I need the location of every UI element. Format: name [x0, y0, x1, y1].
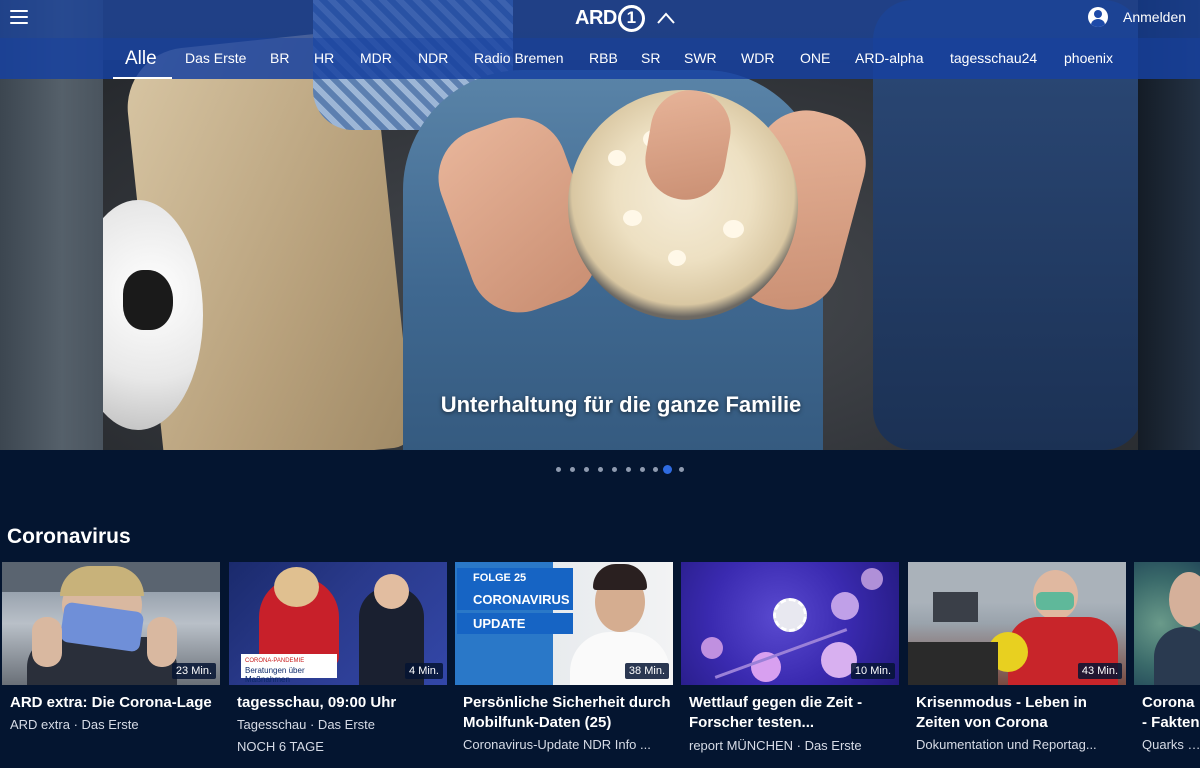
slide-dot[interactable] — [584, 467, 589, 472]
news-headline-2: Maßnahmen — [245, 675, 290, 684]
nav-item-br[interactable]: BR — [270, 38, 289, 79]
logo-text: ARD — [575, 6, 617, 29]
duration-badge: 43 Min. — [1077, 663, 1122, 679]
video-card[interactable]: FOLGE 25 CORONAVIRUS UPDATE 38 Min. Pers… — [455, 562, 673, 768]
video-card[interactable]: 43 Min. Krisenmodus - Leben in Zeiten vo… — [908, 562, 1126, 768]
card-title: Corona - Fakten — [1142, 694, 1200, 731]
duration-badge: 4 Min. — [405, 663, 443, 679]
slide-dot[interactable] — [653, 467, 658, 472]
nav-item-mdr[interactable]: MDR — [360, 38, 392, 79]
logo-number: 1 — [617, 4, 645, 32]
video-card[interactable]: 23 Min. ARD extra: Die Corona-Lage ARD e… — [2, 562, 220, 768]
card-subtitle: Quarks · W — [1142, 737, 1200, 752]
login-label: Anmelden — [1123, 9, 1187, 25]
duration-badge: 23 Min. — [171, 663, 216, 679]
hero-pagination — [0, 465, 1200, 475]
availability-label: NOCH 6 TAGE — [237, 739, 324, 754]
section-title-coronavirus[interactable]: Coronavirus — [7, 525, 131, 549]
podcast-title-line-1: CORONAVIRUS — [457, 589, 573, 610]
card-subtitle: ARD extra · Das Erste — [10, 717, 139, 732]
nav-item-ard-alpha[interactable]: ARD-alpha — [855, 38, 923, 79]
slide-dot[interactable] — [679, 467, 684, 472]
card-title: tagesschau, 09:00 Uhr — [237, 694, 397, 711]
nav-item-wdr[interactable]: WDR — [741, 38, 774, 79]
nav-item-das-erste[interactable]: Das Erste — [185, 38, 246, 79]
card-title: Wettlauf gegen die Zeit - Forscher teste… — [689, 694, 863, 731]
nav-item-swr[interactable]: SWR — [684, 38, 717, 79]
login-button[interactable]: Anmelden — [1088, 7, 1186, 27]
slide-dot[interactable] — [612, 467, 617, 472]
card-subtitle: Tagesschau · Das Erste — [237, 717, 376, 732]
news-tag: CORONA-PANDEMIE — [245, 658, 305, 664]
news-lower-third: CORONA-PANDEMIE Beratungen über Maßnahme… — [241, 654, 337, 684]
slide-dot[interactable] — [570, 467, 575, 472]
ard-logo[interactable]: ARD 1 — [575, 4, 645, 32]
duration-badge: 10 Min. — [850, 663, 895, 679]
news-headline-1: Beratungen über — [245, 666, 305, 675]
slide-dot-active[interactable] — [663, 465, 672, 474]
nav-active-indicator — [113, 77, 172, 79]
card-title: Persönliche Sicherheit durch Mobilfunk-D… — [463, 694, 671, 731]
video-card[interactable]: Corona - Fakten Quarks · W — [1134, 562, 1200, 768]
video-card[interactable]: CORONA-PANDEMIE Beratungen über Maßnahme… — [229, 562, 447, 768]
card-title: ARD extra: Die Corona-Lage — [10, 694, 212, 711]
slide-dot[interactable] — [640, 467, 645, 472]
nav-item-alle[interactable]: Alle — [125, 38, 157, 79]
video-card[interactable]: 10 Min. Wettlauf gegen die Zeit - Forsch… — [681, 562, 899, 768]
slide-dot[interactable] — [598, 467, 603, 472]
nav-item-hr[interactable]: HR — [314, 38, 334, 79]
video-thumbnail — [1134, 562, 1200, 685]
slide-dot[interactable] — [626, 467, 631, 472]
slide-dot[interactable] — [556, 467, 561, 472]
card-title: Krisenmodus - Leben in Zeiten von Corona — [916, 694, 1087, 731]
card-subtitle: report MÜNCHEN · Das Erste — [689, 738, 862, 753]
hero-caption[interactable]: Unterhaltung für die ganze Familie — [0, 392, 1200, 418]
nav-item-radio-bremen[interactable]: Radio Bremen — [474, 38, 564, 79]
card-subtitle: Coronavirus-Update NDR Info ... — [463, 737, 651, 752]
nav-item-sr[interactable]: SR — [641, 38, 660, 79]
nav-item-phoenix[interactable]: phoenix — [1064, 38, 1113, 79]
channel-nav: Alle Das Erste BR HR MDR NDR Radio Breme… — [0, 38, 1200, 79]
podcast-title-line-2: UPDATE — [457, 613, 573, 634]
nav-item-rbb[interactable]: RBB — [589, 38, 618, 79]
nav-item-tagesschau24[interactable]: tagesschau24 — [950, 38, 1037, 79]
top-bar: ARD 1 Anmelden — [0, 0, 1200, 38]
user-icon — [1088, 7, 1108, 27]
nav-item-one[interactable]: ONE — [800, 38, 830, 79]
duration-badge: 38 Min. — [624, 663, 669, 679]
nav-item-ndr[interactable]: NDR — [418, 38, 448, 79]
ard-mediathek-page: Unterhaltung für die ganze Familie ARD 1… — [0, 0, 1200, 768]
episode-label: FOLGE 25 — [457, 568, 573, 589]
chevron-up-icon[interactable] — [656, 11, 676, 25]
hamburger-menu-icon[interactable] — [10, 10, 28, 24]
card-subtitle: Dokumentation und Reportag... — [916, 737, 1097, 752]
